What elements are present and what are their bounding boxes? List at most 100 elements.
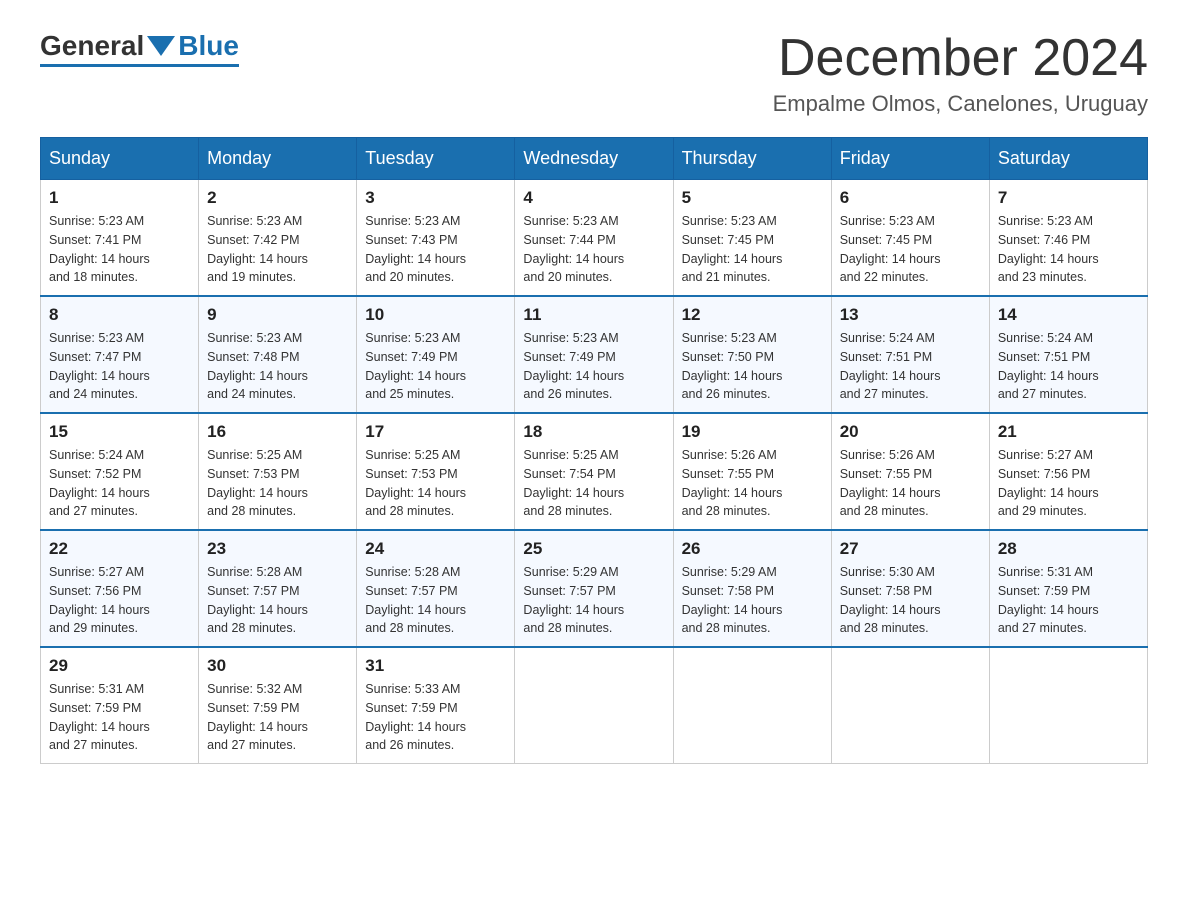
location-subtitle: Empalme Olmos, Canelones, Uruguay	[773, 91, 1148, 117]
calendar-week-row: 22 Sunrise: 5:27 AMSunset: 7:56 PMDayligh…	[41, 530, 1148, 647]
calendar-week-row: 15 Sunrise: 5:24 AMSunset: 7:52 PMDayligh…	[41, 413, 1148, 530]
day-info: Sunrise: 5:26 AMSunset: 7:55 PMDaylight:…	[840, 446, 981, 521]
calendar-week-row: 8Sunrise: 5:23 AMSunset: 7:47 PMDaylight…	[41, 296, 1148, 413]
day-info: Sunrise: 5:31 AMSunset: 7:59 PMDaylight:…	[998, 563, 1139, 638]
day-number: 17	[365, 422, 506, 442]
day-info: Sunrise: 5:26 AMSunset: 7:55 PMDaylight:…	[682, 446, 823, 521]
table-row: 9 Sunrise: 5:23 AMSunset: 7:48 PMDaylight…	[199, 296, 357, 413]
header-tuesday: Tuesday	[357, 138, 515, 180]
table-row: 8Sunrise: 5:23 AMSunset: 7:47 PMDaylight…	[41, 296, 199, 413]
day-info: Sunrise: 5:23 AMSunset: 7:46 PMDaylight:…	[998, 212, 1139, 287]
day-info: Sunrise: 5:25 AMSunset: 7:54 PMDaylight:…	[523, 446, 664, 521]
table-row: 22 Sunrise: 5:27 AMSunset: 7:56 PMDayligh…	[41, 530, 199, 647]
table-row: 30 Sunrise: 5:32 AMSunset: 7:59 PMDayligh…	[199, 647, 357, 764]
day-info: Sunrise: 5:29 AMSunset: 7:58 PMDaylight:…	[682, 563, 823, 638]
day-info: Sunrise: 5:24 AMSunset: 7:51 PMDaylight:…	[840, 329, 981, 404]
table-row: 25 Sunrise: 5:29 AMSunset: 7:57 PMDayligh…	[515, 530, 673, 647]
table-row: 19 Sunrise: 5:26 AMSunset: 7:55 PMDayligh…	[673, 413, 831, 530]
day-info: Sunrise: 5:28 AMSunset: 7:57 PMDaylight:…	[207, 563, 348, 638]
day-number: 9	[207, 305, 348, 325]
day-number: 31	[365, 656, 506, 676]
day-info: Sunrise: 5:32 AMSunset: 7:59 PMDaylight:…	[207, 680, 348, 755]
table-row: 23 Sunrise: 5:28 AMSunset: 7:57 PMDayligh…	[199, 530, 357, 647]
day-number: 21	[998, 422, 1139, 442]
day-info: Sunrise: 5:23 AMSunset: 7:48 PMDaylight:…	[207, 329, 348, 404]
day-info: Sunrise: 5:23 AMSunset: 7:44 PMDaylight:…	[523, 212, 664, 287]
header-thursday: Thursday	[673, 138, 831, 180]
day-number: 18	[523, 422, 664, 442]
calendar-week-row: 1 Sunrise: 5:23 AMSunset: 7:41 PMDaylight…	[41, 180, 1148, 297]
day-number: 13	[840, 305, 981, 325]
table-row: 14 Sunrise: 5:24 AMSunset: 7:51 PMDayligh…	[989, 296, 1147, 413]
day-number: 2	[207, 188, 348, 208]
day-info: Sunrise: 5:27 AMSunset: 7:56 PMDaylight:…	[998, 446, 1139, 521]
table-row: 20 Sunrise: 5:26 AMSunset: 7:55 PMDayligh…	[831, 413, 989, 530]
table-row: 2Sunrise: 5:23 AMSunset: 7:42 PMDaylight…	[199, 180, 357, 297]
day-info: Sunrise: 5:24 AMSunset: 7:51 PMDaylight:…	[998, 329, 1139, 404]
table-row: 5 Sunrise: 5:23 AMSunset: 7:45 PMDaylight…	[673, 180, 831, 297]
day-number: 20	[840, 422, 981, 442]
day-number: 30	[207, 656, 348, 676]
day-number: 12	[682, 305, 823, 325]
day-number: 19	[682, 422, 823, 442]
table-row: 26Sunrise: 5:29 AMSunset: 7:58 PMDayligh…	[673, 530, 831, 647]
day-number: 25	[523, 539, 664, 559]
header-friday: Friday	[831, 138, 989, 180]
table-row: 18 Sunrise: 5:25 AMSunset: 7:54 PMDayligh…	[515, 413, 673, 530]
day-number: 15	[49, 422, 190, 442]
month-title: December 2024	[773, 30, 1148, 87]
table-row: 31 Sunrise: 5:33 AMSunset: 7:59 PMDayligh…	[357, 647, 515, 764]
table-row: 3Sunrise: 5:23 AMSunset: 7:43 PMDaylight…	[357, 180, 515, 297]
table-row: 10 Sunrise: 5:23 AMSunset: 7:49 PMDayligh…	[357, 296, 515, 413]
day-info: Sunrise: 5:27 AMSunset: 7:56 PMDaylight:…	[49, 563, 190, 638]
day-number: 5	[682, 188, 823, 208]
table-row: 17 Sunrise: 5:25 AMSunset: 7:53 PMDayligh…	[357, 413, 515, 530]
table-row: 7Sunrise: 5:23 AMSunset: 7:46 PMDaylight…	[989, 180, 1147, 297]
day-number: 4	[523, 188, 664, 208]
day-info: Sunrise: 5:28 AMSunset: 7:57 PMDaylight:…	[365, 563, 506, 638]
table-row: 12 Sunrise: 5:23 AMSunset: 7:50 PMDayligh…	[673, 296, 831, 413]
table-row: 15 Sunrise: 5:24 AMSunset: 7:52 PMDayligh…	[41, 413, 199, 530]
header-monday: Monday	[199, 138, 357, 180]
table-row: 27Sunrise: 5:30 AMSunset: 7:58 PMDayligh…	[831, 530, 989, 647]
day-number: 22	[49, 539, 190, 559]
day-info: Sunrise: 5:33 AMSunset: 7:59 PMDaylight:…	[365, 680, 506, 755]
day-info: Sunrise: 5:23 AMSunset: 7:49 PMDaylight:…	[365, 329, 506, 404]
table-row: 11Sunrise: 5:23 AMSunset: 7:49 PMDayligh…	[515, 296, 673, 413]
calendar-week-row: 29 Sunrise: 5:31 AMSunset: 7:59 PMDayligh…	[41, 647, 1148, 764]
day-info: Sunrise: 5:25 AMSunset: 7:53 PMDaylight:…	[365, 446, 506, 521]
day-info: Sunrise: 5:24 AMSunset: 7:52 PMDaylight:…	[49, 446, 190, 521]
page-header: General Blue December 2024 Empalme Olmos…	[40, 30, 1148, 117]
header-sunday: Sunday	[41, 138, 199, 180]
table-row: 24 Sunrise: 5:28 AMSunset: 7:57 PMDayligh…	[357, 530, 515, 647]
day-info: Sunrise: 5:23 AMSunset: 7:47 PMDaylight:…	[49, 329, 190, 404]
header-saturday: Saturday	[989, 138, 1147, 180]
day-number: 10	[365, 305, 506, 325]
day-number: 24	[365, 539, 506, 559]
header-wednesday: Wednesday	[515, 138, 673, 180]
day-info: Sunrise: 5:23 AMSunset: 7:50 PMDaylight:…	[682, 329, 823, 404]
day-number: 29	[49, 656, 190, 676]
table-row: 6Sunrise: 5:23 AMSunset: 7:45 PMDaylight…	[831, 180, 989, 297]
day-info: Sunrise: 5:23 AMSunset: 7:45 PMDaylight:…	[682, 212, 823, 287]
table-row: 16Sunrise: 5:25 AMSunset: 7:53 PMDayligh…	[199, 413, 357, 530]
logo-underline	[40, 64, 239, 67]
table-row	[831, 647, 989, 764]
table-row: 28 Sunrise: 5:31 AMSunset: 7:59 PMDayligh…	[989, 530, 1147, 647]
logo-blue-text: Blue	[178, 30, 239, 62]
day-info: Sunrise: 5:23 AMSunset: 7:45 PMDaylight:…	[840, 212, 981, 287]
table-row	[515, 647, 673, 764]
table-row: 4 Sunrise: 5:23 AMSunset: 7:44 PMDaylight…	[515, 180, 673, 297]
day-number: 27	[840, 539, 981, 559]
day-info: Sunrise: 5:31 AMSunset: 7:59 PMDaylight:…	[49, 680, 190, 755]
day-number: 23	[207, 539, 348, 559]
table-row: 13 Sunrise: 5:24 AMSunset: 7:51 PMDayligh…	[831, 296, 989, 413]
day-info: Sunrise: 5:29 AMSunset: 7:57 PMDaylight:…	[523, 563, 664, 638]
logo-triangle-icon	[147, 36, 175, 56]
day-number: 14	[998, 305, 1139, 325]
day-number: 1	[49, 188, 190, 208]
day-info: Sunrise: 5:23 AMSunset: 7:41 PMDaylight:…	[49, 212, 190, 287]
day-number: 11	[523, 305, 664, 325]
day-number: 28	[998, 539, 1139, 559]
day-number: 3	[365, 188, 506, 208]
